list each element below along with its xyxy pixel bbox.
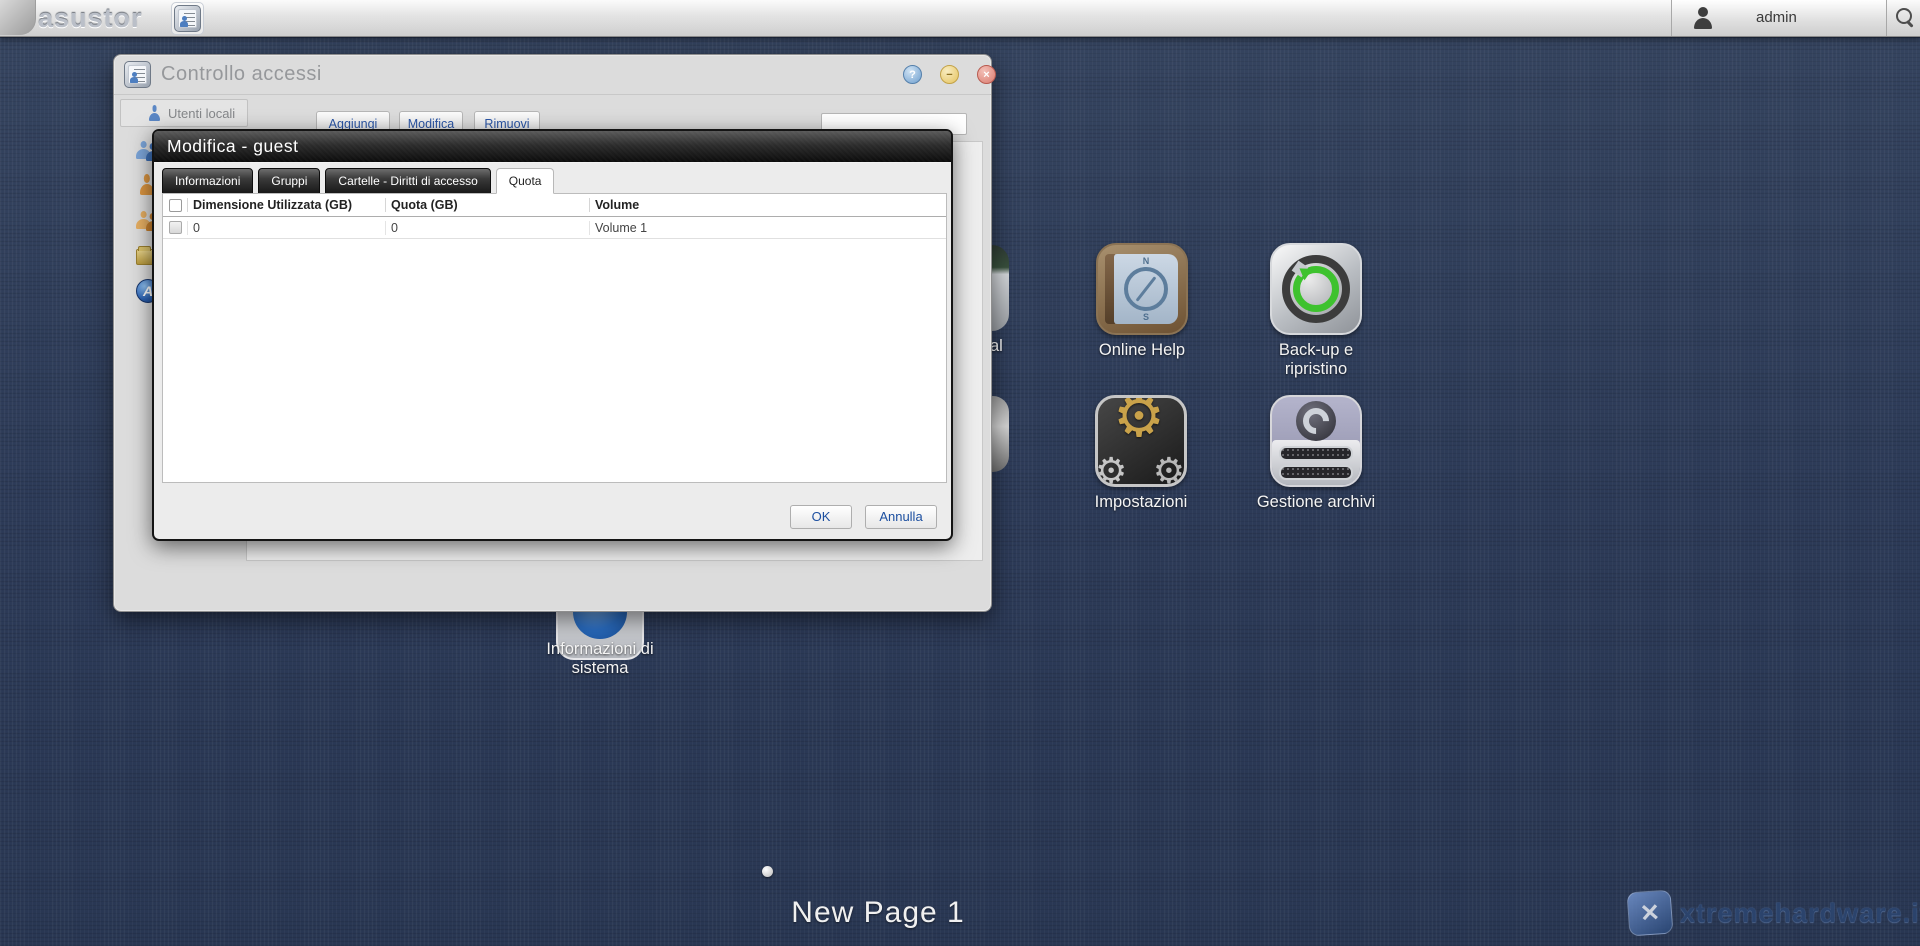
window-titlebar[interactable]: Controllo accessi ? − × [114,55,996,95]
quota-panel: Dimensione Utilizzata (GB) Quota (GB) Vo… [162,193,947,483]
tab-gruppi[interactable]: Gruppi [258,168,321,194]
dialog-title: Modifica - guest [167,136,299,156]
tab-cartelle-diritti[interactable]: Cartelle - Diritti di accesso [325,168,491,194]
icon-label: Online Help [1098,341,1186,359]
search-icon[interactable] [1896,8,1916,28]
window-close-button[interactable]: × [977,65,996,84]
table-row[interactable]: 0 0 Volume 1 [163,217,946,239]
access-control-icon [174,5,201,32]
asustor-logo: asustor [38,3,143,33]
user-name-label: admin [1756,9,1797,26]
page-indicator-dot[interactable] [762,866,773,877]
storage-manager-icon [1270,395,1362,487]
cancel-button[interactable]: Annulla [865,505,937,529]
online-help-book-compass-icon [1096,243,1188,335]
edit-guest-dialog: Modifica - guest Informazioni Gruppi Car… [152,129,953,541]
dialog-titlebar[interactable]: Modifica - guest [154,131,951,163]
desktop-page-label: New Page 1 [791,896,965,929]
access-control-icon [124,61,151,88]
column-header[interactable]: Quota (GB) [385,198,589,212]
desktop-icon-backup[interactable]: Back-up e ripristino [1270,243,1362,378]
watermark: ✕ xtremehardware.it [1626,889,1920,937]
settings-gears-icon [1095,395,1187,487]
tab-quota[interactable]: Quota [495,168,555,194]
dialog-tabbar: Informazioni Gruppi Cartelle - Diritti d… [162,168,943,194]
user-menu-button[interactable]: admin [1671,0,1887,36]
dialog-footer: OK Annulla [154,484,951,539]
ok-button[interactable]: OK [790,505,852,529]
icon-label: Informazioni di sistema [546,640,654,677]
partial-app-icon-top[interactable] [992,245,1009,331]
icon-label: Back-up e ripristino [1278,341,1354,378]
sidebar-item-local-users[interactable]: Utenti locali [120,99,248,127]
local-user-icon [149,105,160,121]
cell-volume: Volume 1 [589,220,946,235]
column-header[interactable]: Volume [589,198,946,212]
column-header[interactable]: Dimensione Utilizzata (GB) [187,198,385,212]
tab-informazioni[interactable]: Informazioni [162,168,254,194]
row-checkbox[interactable] [168,221,182,234]
icon-label: Gestione archivi [1256,493,1376,511]
cell-used-size: 0 [187,220,385,235]
window-help-button[interactable]: ? [903,65,922,84]
window-title: Controllo accessi [161,63,322,85]
xtremehardware-logo-icon: ✕ [1626,889,1674,937]
window-minimize-button[interactable]: − [940,65,959,84]
backup-restore-icon [1270,243,1362,335]
desktop-icon-online-help[interactable]: Online Help [1096,243,1188,359]
corner-button[interactable] [0,0,36,35]
sidebar-item-label: Utenti locali [168,106,236,121]
desktop-icon-storage-manager[interactable]: Gestione archivi [1257,395,1375,511]
watermark-text: xtremehardware.it [1680,897,1920,928]
partial-app-icon-bottom[interactable] [992,396,1009,472]
table-header-row: Dimensione Utilizzata (GB) Quota (GB) Vo… [163,194,946,217]
user-silhouette-icon [1692,7,1714,29]
cell-quota: 0 [385,220,589,235]
desktop-icon-settings[interactable]: Impostazioni [1095,395,1187,511]
taskbar-item-access-control[interactable] [171,2,204,35]
icon-label: Impostazioni [1094,493,1188,511]
top-bar: asustor admin [0,0,1920,37]
select-all-checkbox[interactable] [168,198,182,212]
